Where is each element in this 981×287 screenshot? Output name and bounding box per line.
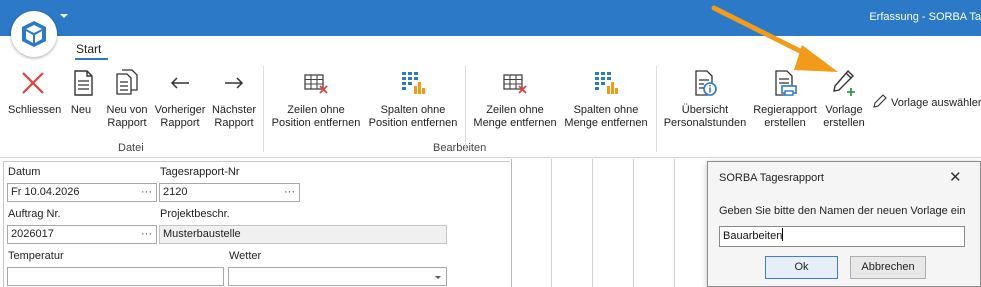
vorlage-auswaehlen-button[interactable]: Vorlage auswählen: [872, 93, 981, 109]
wetter-label: Wetter: [229, 250, 262, 262]
projekt-label: Projektbeschr.: [160, 208, 230, 220]
pencil-icon: [873, 94, 887, 108]
new-template-dialog: SORBA Tagesrapport ✕ Geben Sie bitte den…: [707, 161, 981, 287]
table-columns-chart-icon: [402, 72, 425, 94]
uebersicht-label-2: Personalstunden: [663, 117, 747, 129]
regierapport-label-1: Regierapport: [753, 104, 817, 116]
neu-button[interactable]: Neu: [68, 68, 94, 117]
close-icon[interactable]: ✕: [949, 170, 962, 185]
zeilen-menge-label-1: Zeilen ohne: [486, 104, 544, 116]
datum-label: Datum: [8, 166, 41, 178]
zeilen-ohne-menge-button[interactable]: Zeilen ohne Menge entfernen: [470, 68, 560, 130]
vorlage-erstellen-label-2: erstellen: [823, 117, 865, 129]
uebersicht-label-1: Übersicht: [681, 104, 729, 116]
naechster-label-2: Rapport: [214, 117, 254, 129]
wetter-dropdown[interactable]: [228, 267, 447, 286]
neu-von-rapport-label-1: Neu von: [106, 104, 148, 116]
spalten-pos-label-1: Spalten ohne: [380, 104, 446, 116]
spalten-ohne-menge-button[interactable]: Spalten ohne Menge entfernen: [562, 68, 650, 130]
dialog-prompt: Geben Sie bitte den Namen der neuen Vorl…: [719, 205, 966, 217]
vorlage-erstellen-label-1: Vorlage: [825, 104, 863, 116]
table-columns-chart-icon: [595, 72, 618, 94]
tagesrapport-picker-button[interactable]: ···: [284, 184, 295, 201]
datum-picker-button[interactable]: ···: [141, 184, 152, 201]
cube-icon: [22, 21, 46, 47]
table-remove-rows-icon: [304, 74, 328, 94]
template-name-value: Bauarbeiten: [723, 230, 783, 242]
naechster-rapport-button[interactable]: Nächster Rapport: [210, 68, 258, 130]
vorlage-auswaehlen-label: Vorlage auswählen: [891, 97, 981, 109]
projekt-field: Musterbaustelle: [159, 225, 447, 244]
auftrag-field[interactable]: 2026017 ···: [7, 225, 157, 244]
ribbon-separator: [465, 66, 466, 152]
neu-von-rapport-label-2: Rapport: [107, 117, 147, 129]
text-caret: [782, 228, 784, 241]
vorheriger-label-1: Vorheriger: [154, 104, 206, 116]
auftrag-label: Auftrag Nr.: [8, 208, 61, 220]
temperatur-field[interactable]: [7, 267, 224, 286]
schliessen-button[interactable]: Schliessen: [8, 68, 62, 117]
ribbon-separator: [656, 66, 657, 152]
ribbon-separator: [263, 66, 264, 152]
zeilen-pos-label-2: Position entfernen: [271, 117, 361, 129]
grid-column-divider: [592, 159, 593, 287]
close-x-icon: [22, 72, 44, 94]
copy-document-icon: [116, 69, 138, 95]
arrow-right-icon: [225, 77, 244, 89]
zeilen-pos-label-1: Zeilen ohne: [287, 104, 345, 116]
zeilen-ohne-position-button[interactable]: Zeilen ohne Position entfernen: [270, 68, 362, 130]
regierapport-label-2: erstellen: [764, 117, 806, 129]
app-menu-dropdown-icon[interactable]: [60, 14, 68, 18]
abbrechen-button[interactable]: Abbrechen: [850, 256, 926, 279]
vorheriger-label-2: Rapport: [160, 117, 200, 129]
temperatur-label: Temperatur: [8, 250, 64, 262]
projekt-value: Musterbaustelle: [163, 228, 241, 240]
zeilen-menge-label-2: Menge entfernen: [473, 117, 557, 129]
ok-button[interactable]: Ok: [765, 256, 838, 279]
table-remove-rows-icon: [503, 74, 527, 94]
group-bearbeiten-label: Bearbeiten: [433, 142, 487, 154]
form-panel: Datum Fr 10.04.2026 ··· Tagesrapport-Nr …: [0, 159, 512, 287]
grid-column-divider: [551, 159, 552, 287]
spalten-pos-label-2: Position entfernen: [368, 117, 458, 129]
window-title: Erfassung - SORBA Ta: [869, 11, 981, 23]
grid-column-divider: [633, 159, 634, 287]
naechster-label-1: Nächster: [211, 104, 257, 116]
arrow-left-icon: [170, 77, 189, 89]
chevron-down-icon[interactable]: [435, 276, 441, 279]
neu-von-rapport-button[interactable]: Neu von Rapport: [104, 68, 150, 130]
spalten-menge-label-2: Menge entfernen: [564, 117, 648, 129]
spalten-menge-label-1: Spalten ohne: [573, 104, 639, 116]
template-name-input[interactable]: Bauarbeiten: [719, 226, 965, 247]
app-logo[interactable]: [11, 11, 57, 57]
spalten-ohne-position-button[interactable]: Spalten ohne Position entfernen: [366, 68, 460, 130]
dialog-title: SORBA Tagesrapport: [719, 172, 824, 184]
tab-start[interactable]: Start: [76, 42, 101, 56]
auftrag-value: 2026017: [11, 228, 54, 240]
vorheriger-rapport-button[interactable]: Vorheriger Rapport: [154, 68, 206, 130]
schliessen-label: Schliessen: [8, 104, 62, 116]
tagesrapport-value: 2120: [163, 186, 188, 198]
tagesrapport-field[interactable]: 2120 ···: [159, 183, 300, 202]
document-icon: [74, 70, 93, 96]
grid-column-divider: [674, 159, 675, 287]
datum-field[interactable]: Fr 10.04.2026 ···: [7, 183, 157, 202]
auftrag-picker-button[interactable]: ···: [141, 226, 152, 243]
annotation-arrow-icon: [711, 5, 838, 72]
group-datei-label: Datei: [118, 142, 144, 154]
datum-value: Fr 10.04.2026: [11, 186, 80, 198]
tagesrapport-label: Tagesrapport-Nr: [160, 166, 240, 178]
neu-label: Neu: [70, 104, 92, 116]
